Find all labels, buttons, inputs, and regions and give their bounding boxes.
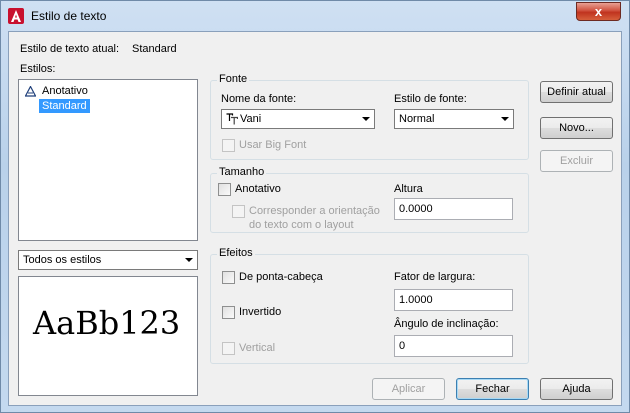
annotative-label: Anotativo — [235, 183, 281, 195]
height-label: Altura — [394, 183, 423, 195]
font-group-title: Fonte — [217, 73, 250, 85]
chevron-down-icon — [501, 117, 509, 121]
autocad-app-icon — [8, 8, 24, 24]
match-orientation-label-line2: do texto com o layout — [249, 219, 354, 231]
styles-list-item-anotativo[interactable]: Anotativo — [42, 85, 88, 97]
font-name-dropdown[interactable]: Vani — [221, 109, 375, 129]
dialog-body: Estilo de texto atual: Standard Estilos:… — [8, 31, 622, 406]
upside-down-label: De ponta-cabeça — [239, 271, 323, 283]
truetype-font-icon — [226, 113, 238, 125]
styles-filter-dropdown[interactable]: Todos os estilos — [18, 250, 198, 270]
font-style-value: Normal — [399, 113, 435, 125]
close-icon: x — [594, 4, 603, 19]
height-input[interactable]: 0.0000 — [394, 198, 513, 220]
match-orientation-label-line1: Corresponder a orientação — [249, 205, 380, 217]
annotative-checkbox[interactable] — [218, 183, 231, 196]
big-font-checkbox[interactable] — [222, 139, 235, 152]
text-style-dialog: Estilo de texto x Estilo de texto atual:… — [0, 0, 630, 413]
close-button[interactable]: Fechar — [456, 378, 529, 400]
styles-filter-value: Todos os estilos — [23, 254, 102, 266]
close-window-button[interactable]: x — [576, 2, 621, 21]
title-bar[interactable]: Estilo de texto x — [1, 1, 629, 31]
chevron-down-icon — [185, 258, 193, 262]
width-factor-value: 1.0000 — [399, 294, 433, 306]
vertical-checkbox[interactable] — [222, 342, 235, 355]
size-group-title: Tamanho — [217, 166, 267, 178]
font-style-dropdown[interactable]: Normal — [394, 109, 514, 129]
font-group: Fonte Nome da fonte: Vani Estilo de font… — [210, 73, 529, 160]
oblique-angle-label: Ângulo de inclinação: — [394, 318, 499, 330]
height-value: 0.0000 — [399, 203, 433, 215]
chevron-down-icon — [362, 117, 370, 121]
backwards-checkbox[interactable] — [222, 306, 235, 319]
current-style-label: Estilo de texto atual: — [20, 43, 120, 55]
styles-label: Estilos: — [20, 63, 56, 75]
font-name-value: Vani — [240, 113, 262, 125]
preview-box: AaBb123 — [18, 276, 198, 396]
upside-down-checkbox[interactable] — [222, 271, 235, 284]
annotative-icon — [25, 86, 36, 97]
big-font-label: Usar Big Font — [239, 139, 307, 151]
vertical-label: Vertical — [239, 342, 276, 354]
font-style-label: Estilo de fonte: — [394, 93, 467, 105]
window-title: Estilo de texto — [31, 9, 107, 23]
backwards-label: Invertido — [239, 306, 282, 318]
effects-group-title: Efeitos — [217, 247, 255, 259]
oblique-angle-value: 0 — [399, 340, 406, 352]
set-current-button[interactable]: Definir atual — [540, 81, 613, 103]
width-factor-input[interactable]: 1.0000 — [394, 289, 513, 311]
preview-text: AaBb123 — [33, 304, 181, 342]
size-group: Tamanho Anotativo Corresponder a orienta… — [210, 166, 529, 233]
new-style-button[interactable]: Novo... — [540, 117, 613, 139]
oblique-angle-input[interactable]: 0 — [394, 335, 513, 357]
delete-style-button[interactable]: Excluir — [540, 150, 613, 172]
styles-list-item-standard[interactable]: Standard — [39, 99, 90, 113]
font-name-label: Nome da fonte: — [221, 93, 297, 105]
current-style-value: Standard — [132, 43, 177, 55]
width-factor-label: Fator de largura: — [394, 271, 476, 283]
help-button[interactable]: Ajuda — [540, 378, 613, 400]
apply-button[interactable]: Aplicar — [372, 378, 445, 400]
match-orientation-checkbox[interactable] — [232, 205, 245, 218]
styles-list[interactable]: Anotativo Standard — [18, 79, 198, 241]
effects-group: Efeitos De ponta-cabeça Invertido Vertic… — [210, 247, 529, 364]
